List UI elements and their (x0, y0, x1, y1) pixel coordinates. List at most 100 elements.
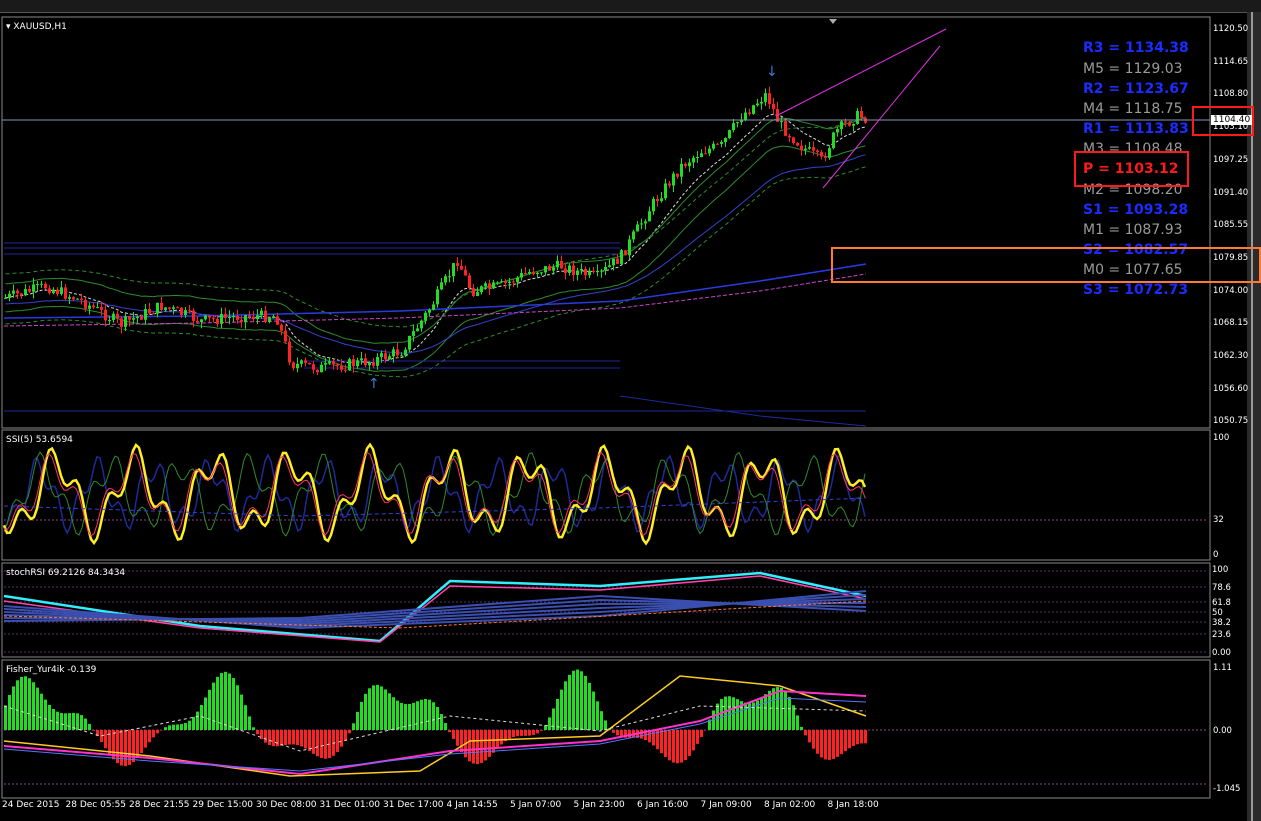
time-tick: 31 Dec 01:00 (319, 800, 381, 810)
fisher-bar-negative (152, 730, 155, 738)
candle-body (164, 307, 167, 310)
chart-shift-marker[interactable] (829, 19, 837, 24)
candle-body (416, 328, 419, 332)
fisher-bar-negative (456, 730, 459, 746)
candle-body (280, 324, 283, 331)
fisher-bar-negative (856, 730, 859, 745)
fisher-bar-positive (372, 685, 375, 730)
candle-body (760, 101, 763, 104)
fisher-bar-negative (308, 730, 311, 752)
fisher-bar-positive (368, 688, 371, 730)
fisher-bar-positive (588, 682, 591, 730)
candle-body (264, 310, 267, 322)
fisher-bar-positive (184, 723, 187, 730)
fisher-bar-negative (120, 730, 123, 766)
fisher-bar-negative (140, 730, 143, 753)
pivot-s3: S3 = 1072.73 (1083, 282, 1189, 298)
fisher-bar-positive (232, 678, 235, 730)
candle-body (828, 148, 831, 158)
candle-body (788, 135, 791, 138)
candle-body (808, 147, 811, 149)
time-tick: 8 Jan 02:00 (764, 800, 816, 810)
fisher-bar-positive (16, 680, 19, 730)
stoch-cyan-line (3, 571, 867, 643)
channel-lower-line[interactable] (822, 45, 941, 189)
price-chart-canvas[interactable]: ↓ ↑ (0, 16, 1247, 821)
fisher-bar-negative (676, 730, 679, 764)
fisher-bar-positive (240, 694, 243, 730)
candle-body (352, 359, 355, 367)
fisher-bar-negative (280, 730, 283, 746)
candle-body (732, 123, 735, 131)
fisher-bar-positive (352, 723, 355, 730)
candle-body (600, 270, 603, 272)
time-tick: 30 Dec 08:00 (256, 800, 317, 810)
fisher-bar-positive (188, 720, 191, 730)
channel-upper-line[interactable] (775, 28, 947, 117)
fisher-bar-positive (64, 713, 67, 730)
candle-body (392, 349, 395, 357)
fisher-bar-negative (316, 730, 319, 757)
fisher-bar-positive (584, 675, 587, 730)
candle-body (484, 283, 487, 287)
fisher-tick-bottom: -1.045 (1213, 784, 1241, 794)
symbol-dropdown[interactable]: ▾ XAUUSD,H1 (6, 22, 67, 32)
candle-body (288, 341, 291, 363)
fisher-bar-positive (556, 698, 559, 730)
candle-body (228, 317, 231, 319)
fisher-bar-negative (812, 730, 815, 749)
stoch-tick-78: 78.6 (1212, 583, 1231, 593)
candle-body (88, 305, 91, 309)
candle-body (572, 265, 575, 275)
fisher-bar-negative (832, 730, 835, 759)
candle-body (544, 266, 547, 273)
fisher-bar-negative (336, 730, 339, 752)
pivot-m1: M1 = 1087.93 (1083, 222, 1183, 238)
fisher-bar-positive (192, 716, 195, 730)
candle-body (208, 315, 211, 318)
fisher-bar-negative (804, 730, 807, 736)
fisher-bar-positive (388, 693, 391, 730)
candle-body (460, 265, 463, 270)
fisher-bar-positive (796, 715, 799, 730)
chart-window[interactable]: ↓ ↑ ▾ XAUUSD,H1 SSI(5) 53.6594 stochRSI … (0, 16, 1261, 821)
fisher-bar-positive (384, 689, 387, 730)
fisher-bar-positive (80, 715, 83, 730)
fisher-bar-negative (692, 730, 695, 751)
fisher-bar-negative (500, 730, 503, 745)
fisher-bar-negative (292, 730, 295, 745)
candle-body (636, 224, 639, 232)
fisher-bar-negative (828, 730, 831, 760)
rsi-yellow-line (2, 442, 867, 546)
candle-body (728, 130, 731, 139)
candle-body (316, 369, 319, 373)
fisher-bar-positive (560, 689, 563, 730)
candle-body (436, 289, 439, 305)
candle-body (564, 268, 567, 273)
fisher-bar-positive (204, 697, 207, 730)
candle-body (84, 299, 87, 309)
candle-body (672, 173, 675, 186)
fisher-bar-negative (508, 730, 511, 739)
fisher-bar-positive (60, 713, 63, 730)
fisher-bar-positive (580, 671, 583, 730)
price-tick: 1108.80 (1213, 89, 1249, 100)
fisher-bar-negative (304, 730, 307, 749)
fisher-bar-positive (724, 696, 727, 730)
candle-body (68, 297, 71, 299)
candle-body (720, 142, 723, 144)
candle-body (124, 316, 127, 327)
candle-body (744, 112, 747, 121)
candle-body (292, 362, 295, 369)
candle-body (300, 360, 303, 364)
price-tick: 1068.15 (1213, 318, 1249, 329)
candle-body (688, 162, 691, 167)
candle-body (364, 358, 367, 366)
fisher-bar-positive (736, 699, 739, 730)
candle-body (412, 331, 415, 336)
fisher-bar-positive (360, 701, 363, 730)
fisher-panel-label: Fisher_Yur4ik -0.139 (6, 665, 97, 675)
fisher-bar-negative (284, 730, 287, 746)
fisher-bar-positive (176, 724, 179, 730)
candle-body (152, 313, 155, 315)
